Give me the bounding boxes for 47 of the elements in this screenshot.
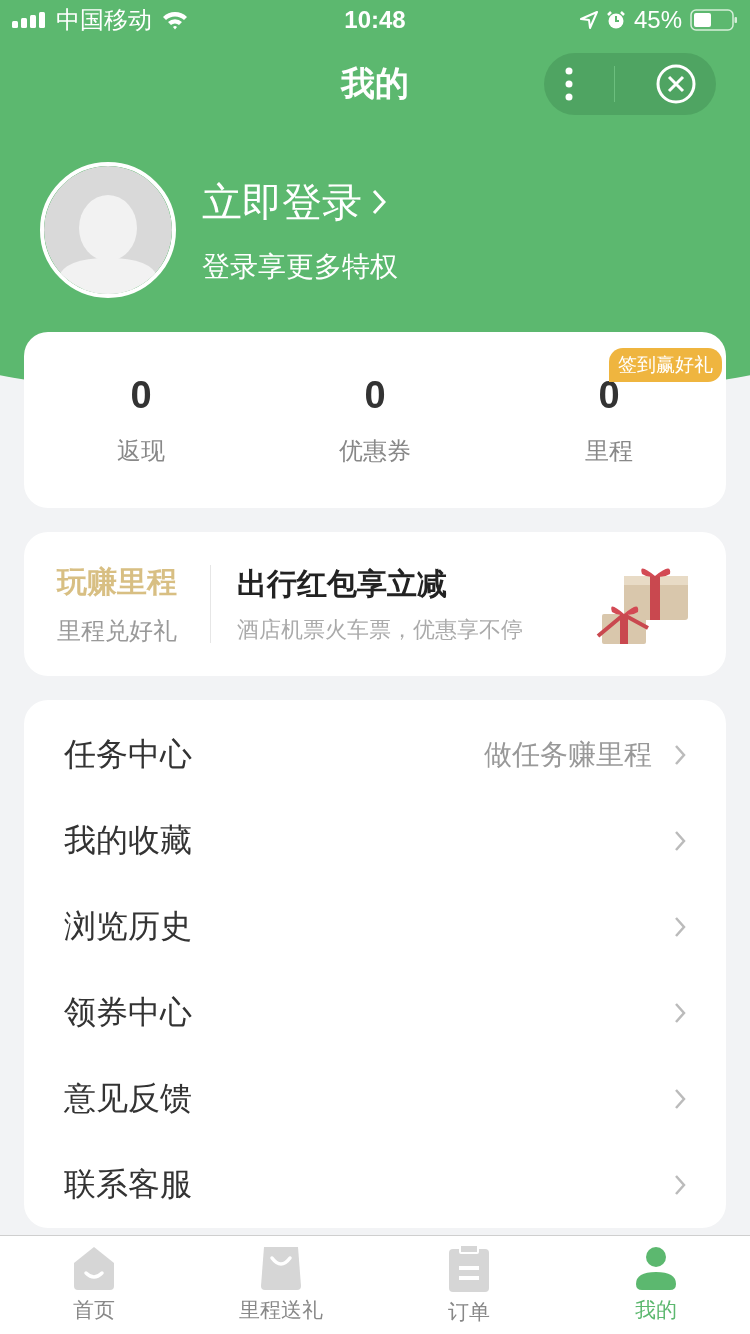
page-title: 我的: [341, 63, 409, 104]
promo-subtitle: 里程兑好礼: [57, 615, 177, 646]
chevron-right-icon: [674, 1088, 686, 1110]
status-time: 10:48: [344, 6, 406, 34]
menu-item[interactable]: 任务中心 做任务赚里程: [24, 712, 726, 798]
house-icon: [72, 1246, 115, 1290]
promo-headline: 出行红包享立减: [237, 565, 448, 602]
location-arrow-icon: [579, 11, 598, 29]
menu-item[interactable]: 浏览历史: [24, 884, 726, 970]
stat-label[interactable]: 返现: [117, 434, 165, 467]
tab-item[interactable]: 我的: [562, 1236, 750, 1334]
tab-item[interactable]: 里程送礼: [187, 1236, 375, 1334]
battery-percent: 45%: [633, 6, 682, 34]
signal-icon: [12, 12, 46, 28]
chevron-right-icon: [674, 1174, 686, 1196]
chevron-right-icon: [372, 189, 386, 215]
stat-value: 0: [130, 373, 152, 417]
menu-item[interactable]: 意见反馈: [24, 1056, 726, 1142]
carrier-name: 中国移动: [56, 5, 152, 35]
menu-item[interactable]: 联系客服: [24, 1142, 726, 1228]
tab-item[interactable]: 首页: [0, 1236, 188, 1334]
shopping-bag-icon: [260, 1246, 303, 1290]
promo-description: 酒店机票火车票，优惠享不停: [237, 615, 524, 644]
chevron-right-icon: [674, 916, 686, 938]
avatar[interactable]: [40, 162, 176, 298]
chevron-right-icon: [674, 830, 686, 852]
person-icon: [635, 1246, 678, 1290]
stat-label[interactable]: 里程: [585, 434, 633, 467]
clipboard-icon: [447, 1244, 490, 1292]
stat-value: 0: [364, 373, 386, 417]
menu-hint: 做任务赚里程: [484, 738, 652, 772]
person-silhouette-icon: [44, 166, 172, 294]
promo-card[interactable]: 玩赚里程 里程兑好礼 出行红包享立减 酒店机票火车票，优惠享不停: [24, 532, 726, 676]
stat-label[interactable]: 优惠券: [339, 434, 411, 467]
close-icon[interactable]: [655, 64, 696, 104]
menu-item[interactable]: 我的收藏: [24, 798, 726, 884]
chevron-right-icon: [674, 1002, 686, 1024]
alarm-clock-icon: [605, 10, 626, 30]
chevron-right-icon: [674, 744, 686, 766]
login-link[interactable]: 立即登录: [202, 174, 398, 230]
login-subtitle: 登录享更多特权: [202, 249, 398, 284]
battery-icon: [690, 9, 738, 31]
menu-item[interactable]: 领券中心: [24, 970, 726, 1056]
tab-item[interactable]: 订单: [375, 1236, 563, 1334]
more-icon[interactable]: [564, 67, 573, 101]
wifi-icon: [162, 10, 188, 30]
promo-title: 玩赚里程: [57, 563, 177, 600]
